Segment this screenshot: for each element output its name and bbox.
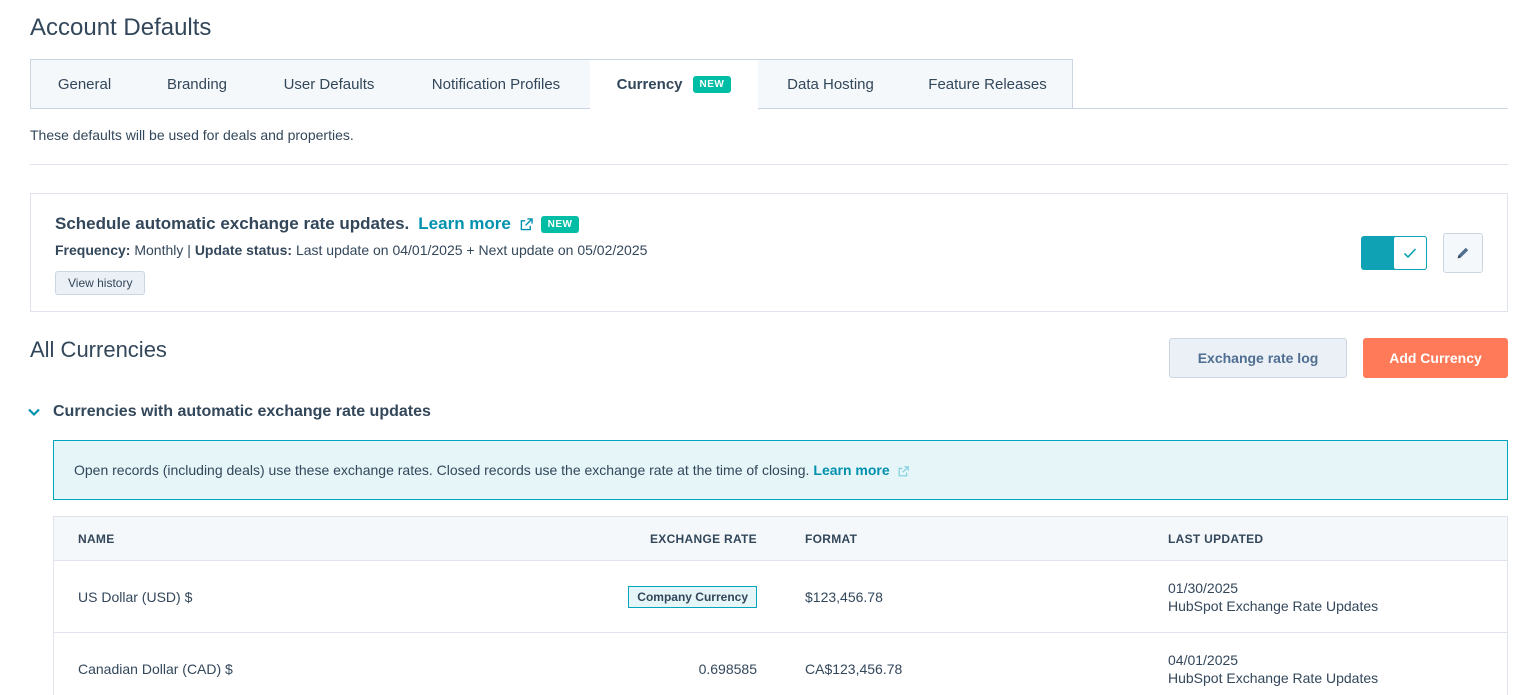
tab-bar: General Branding User Defaults Notificat… [30, 59, 1508, 110]
currencies-table: NAME EXCHANGE RATE FORMAT LAST UPDATED U… [53, 516, 1508, 695]
schedule-card: Schedule automatic exchange rate updates… [30, 193, 1508, 312]
table-row: Canadian Dollar (CAD) $ 0.698585 CA$123,… [54, 633, 1507, 695]
tab-branding[interactable]: Branding [138, 59, 257, 109]
schedule-meta: Frequency: Monthly | Update status: Last… [55, 242, 647, 258]
info-learn-more-link[interactable]: Learn more [813, 462, 909, 478]
page-title: Account Defaults [30, 14, 212, 41]
last-updated-source: HubSpot Exchange Rate Updates [1168, 598, 1379, 614]
tab-general[interactable]: General [30, 59, 139, 109]
column-header-exchange-rate[interactable]: EXCHANGE RATE [614, 517, 757, 561]
info-alert: Open records (including deals) use these… [53, 440, 1508, 500]
tab-label: User Defaults [283, 75, 375, 93]
update-status-value: Last update on 04/01/2025 + Next update … [295, 242, 648, 258]
currency-name: US Dollar (USD) $ [78, 589, 193, 605]
update-status-label: Update status: [194, 242, 293, 258]
last-updated-source: HubSpot Exchange Rate Updates [1168, 670, 1379, 686]
meta-separator: | [187, 242, 191, 258]
last-updated-cell: 04/01/2025 HubSpot Exchange Rate Updates [1168, 633, 1378, 695]
tab-label: Data Hosting [787, 75, 874, 93]
tab-description: These defaults will be used for deals an… [30, 127, 354, 143]
frequency-value: Monthly [134, 242, 184, 258]
currency-format: CA$123,456.78 [805, 661, 903, 677]
last-updated-cell: 01/30/2025 HubSpot Exchange Rate Updates [1168, 561, 1378, 633]
last-updated-date: 01/30/2025 [1168, 580, 1239, 596]
exchange-rate-cell: Company Currency [514, 561, 757, 633]
last-updated-date: 04/01/2025 [1168, 652, 1239, 668]
all-currencies-title: All Currencies [30, 337, 167, 362]
tab-label: Notification Profiles [431, 75, 561, 93]
tab-currency[interactable]: Currency NEW [590, 59, 759, 110]
new-badge: NEW [540, 215, 580, 233]
external-link-icon [898, 465, 909, 477]
learn-more-label: Learn more [418, 214, 511, 233]
tab-data-hosting[interactable]: Data Hosting [758, 59, 904, 109]
table-header: NAME EXCHANGE RATE FORMAT LAST UPDATED [54, 517, 1507, 561]
tab-label: Currency [616, 76, 683, 93]
tab-label: General [57, 75, 112, 93]
auto-update-section-toggle[interactable]: Currencies with automatic exchange rate … [26, 403, 431, 421]
view-history-button[interactable]: View history [55, 271, 146, 295]
divider [30, 164, 1508, 165]
company-currency-badge: Company Currency [628, 586, 757, 608]
add-currency-button[interactable]: Add Currency [1363, 338, 1508, 378]
exchange-rate-log-button[interactable]: Exchange rate log [1169, 338, 1347, 378]
toggle-knob [1393, 236, 1427, 270]
tab-notification-profiles[interactable]: Notification Profiles [402, 59, 591, 109]
pencil-icon [1457, 247, 1469, 259]
chevron-down-icon [26, 404, 42, 420]
learn-more-link[interactable]: Learn more [418, 214, 533, 234]
learn-more-label: Learn more [813, 462, 890, 478]
schedule-title-row: Schedule automatic exchange rate updates… [55, 214, 580, 234]
checkmark-icon [1403, 248, 1417, 259]
section-label: Currencies with automatic exchange rate … [53, 403, 431, 420]
currency-format: $123,456.78 [805, 589, 883, 605]
column-header-format[interactable]: FORMAT [805, 517, 857, 561]
tab-label: Branding [166, 75, 228, 93]
external-link-icon [520, 218, 533, 231]
tab-user-defaults[interactable]: User Defaults [256, 59, 403, 109]
tab-label: Feature Releases [928, 75, 1047, 93]
table-row: US Dollar (USD) $ Company Currency $123,… [54, 561, 1507, 633]
exchange-rate-value: 0.698585 [698, 661, 757, 677]
auto-update-toggle[interactable] [1361, 236, 1427, 270]
new-badge: NEW [692, 76, 732, 93]
edit-schedule-button[interactable] [1443, 233, 1483, 273]
schedule-title: Schedule automatic exchange rate updates… [55, 214, 410, 233]
currency-name: Canadian Dollar (CAD) $ [78, 661, 233, 677]
column-header-last-updated[interactable]: LAST UPDATED [1168, 517, 1263, 561]
tab-feature-releases[interactable]: Feature Releases [903, 59, 1073, 109]
info-text: Open records (including deals) use these… [74, 462, 810, 478]
frequency-label: Frequency: [55, 242, 131, 258]
column-header-name[interactable]: NAME [78, 517, 115, 561]
